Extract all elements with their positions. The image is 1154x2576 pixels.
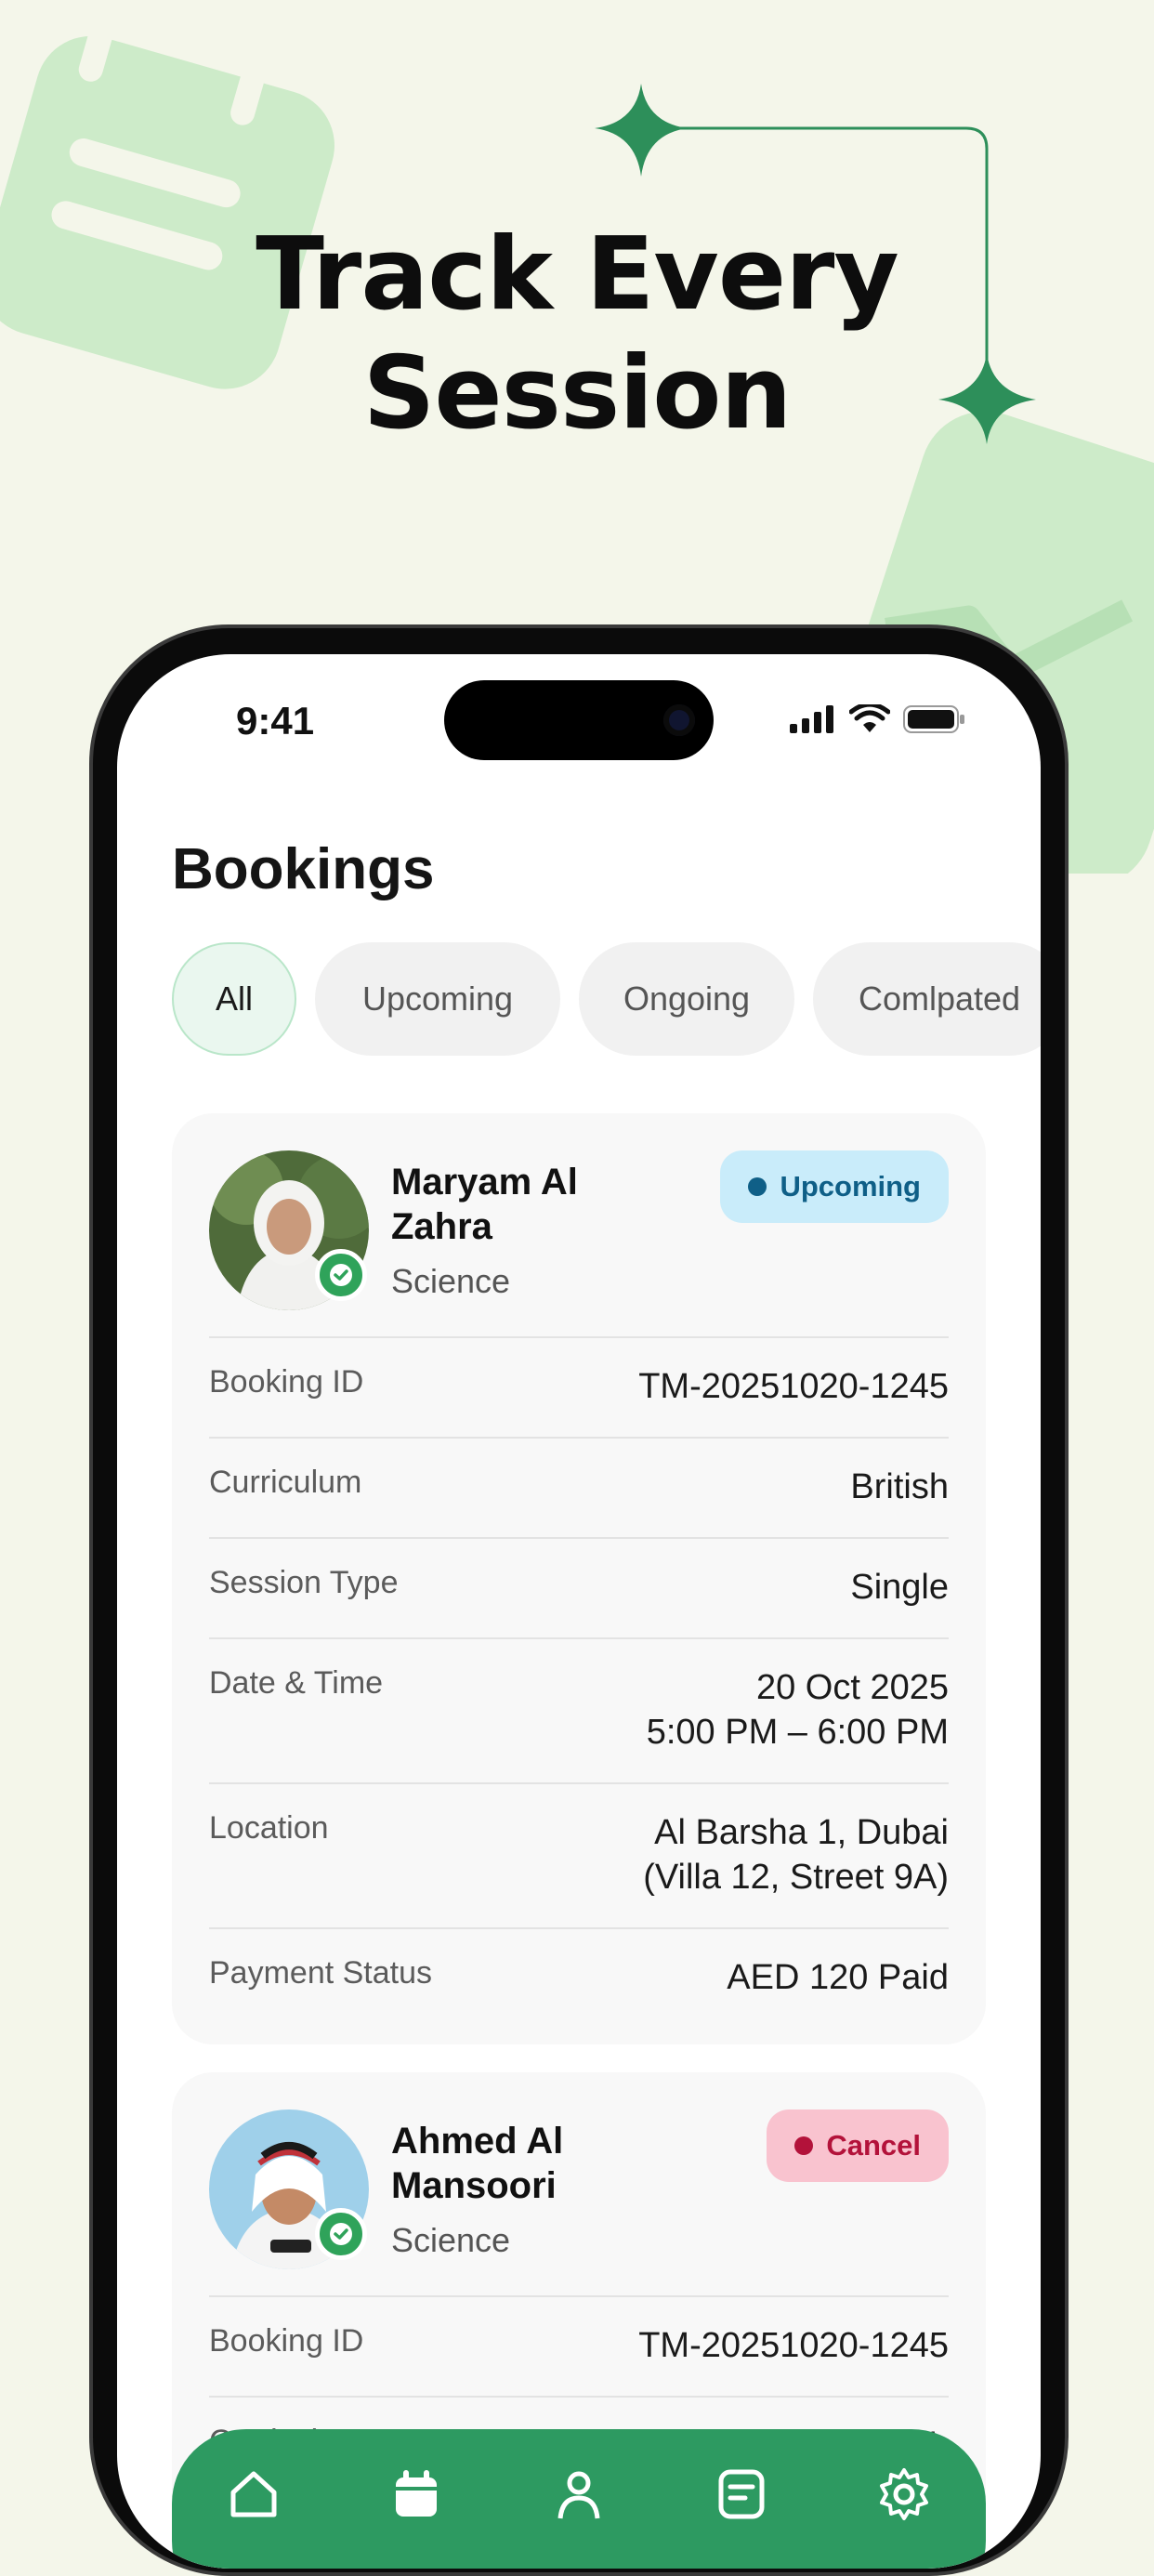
camera-icon: [663, 704, 695, 736]
wifi-icon: [849, 704, 890, 732]
detail-row-booking-id: Booking ID TM-20251020-1245: [209, 2295, 949, 2396]
tab-all[interactable]: All: [172, 942, 296, 1056]
status-badge: Upcoming: [720, 1150, 949, 1223]
tab-completed[interactable]: Comlpated: [813, 942, 1041, 1056]
tab-upcoming[interactable]: Upcoming: [315, 942, 560, 1056]
document-icon[interactable]: [712, 2464, 771, 2524]
detail-value: British: [850, 1467, 949, 1506]
detail-value: TM-20251020-1245: [638, 1367, 949, 1406]
time-value: 5:00 PM – 6:00 PM: [646, 1713, 949, 1752]
signal-icon: [790, 705, 833, 733]
phone-screen: 9:41 Bookings All Upcoming Ongoing Comlp…: [117, 654, 1041, 2569]
settings-icon[interactable]: [874, 2464, 934, 2524]
verified-badge-icon: [315, 1249, 367, 1301]
status-badge-label: Cancel: [826, 2129, 921, 2162]
detail-label: Session Type: [209, 1565, 399, 1600]
detail-row-location: Location Al Barsha 1, Dubai (Villa 12, S…: [209, 1782, 949, 1927]
tutor-subject: Science: [391, 2221, 511, 2259]
status-badge: Cancel: [767, 2109, 949, 2182]
detail-label: Booking ID: [209, 2323, 364, 2359]
tutor-name: Ahmed Al Mansoori: [391, 2121, 564, 2206]
dynamic-island: [444, 680, 714, 760]
detail-value: Single: [850, 1568, 949, 1607]
tab-ongoing[interactable]: Ongoing: [579, 942, 794, 1056]
detail-row-booking-id: Booking ID TM-20251020-1245: [209, 1336, 949, 1437]
bottom-nav-bar: [172, 2429, 986, 2569]
tutor-subject: Science: [391, 1262, 511, 1300]
avatar: [209, 2109, 369, 2269]
detail-label: Date & Time: [209, 1665, 384, 1701]
detail-value: 20 Oct 2025 5:00 PM – 6:00 PM: [647, 1665, 949, 1755]
verified-badge-icon: [315, 2208, 367, 2260]
status-icons: [790, 703, 966, 736]
location-line1: Al Barsha 1, Dubai: [654, 1813, 949, 1852]
detail-row-curriculum: Curriculum British: [209, 1437, 949, 1537]
detail-row-session-type: Session Type Single: [209, 1537, 949, 1637]
tutor-name: Maryam Al Zahra: [391, 1162, 578, 1247]
booking-card[interactable]: Maryam Al Zahra Science Upcoming Booking…: [172, 1113, 986, 2044]
date-value: 20 Oct 2025: [755, 1668, 949, 1707]
detail-value: AED 120 Paid: [727, 1958, 949, 1997]
page-title: Bookings: [172, 837, 435, 901]
hero-title: Track Every Session: [0, 216, 1154, 453]
home-icon[interactable]: [224, 2464, 283, 2524]
detail-label: Payment Status: [209, 1955, 433, 1991]
avatar: [209, 1150, 369, 1310]
calendar-icon[interactable]: [387, 2464, 446, 2524]
detail-value: TM-20251020-1245: [638, 2326, 949, 2365]
detail-value: Al Barsha 1, Dubai (Villa 12, Street 9A): [643, 1810, 949, 1899]
booking-details: Booking ID TM-20251020-1245 Curriculum B…: [209, 1336, 949, 2028]
booking-filter-tabs: All Upcoming Ongoing Comlpated: [172, 942, 1041, 1056]
profile-icon[interactable]: [549, 2464, 609, 2524]
battery-icon: [903, 705, 964, 733]
detail-row-date-time: Date & Time 20 Oct 2025 5:00 PM – 6:00 P…: [209, 1637, 949, 1782]
detail-row-payment-status: Payment Status AED 120 Paid: [209, 1927, 949, 2028]
status-dot-icon: [794, 2136, 814, 2155]
hero-title-line2: Session: [362, 335, 793, 452]
hero-title-line1: Track Every: [256, 217, 898, 333]
status-dot-icon: [748, 1177, 767, 1196]
detail-label: Curriculum: [209, 1465, 362, 1500]
status-time: 9:41: [236, 699, 315, 743]
detail-label: Booking ID: [209, 1364, 364, 1400]
status-badge-label: Upcoming: [780, 1170, 921, 1203]
location-line2: (Villa 12, Street 9A): [643, 1858, 949, 1897]
detail-label: Location: [209, 1810, 329, 1846]
